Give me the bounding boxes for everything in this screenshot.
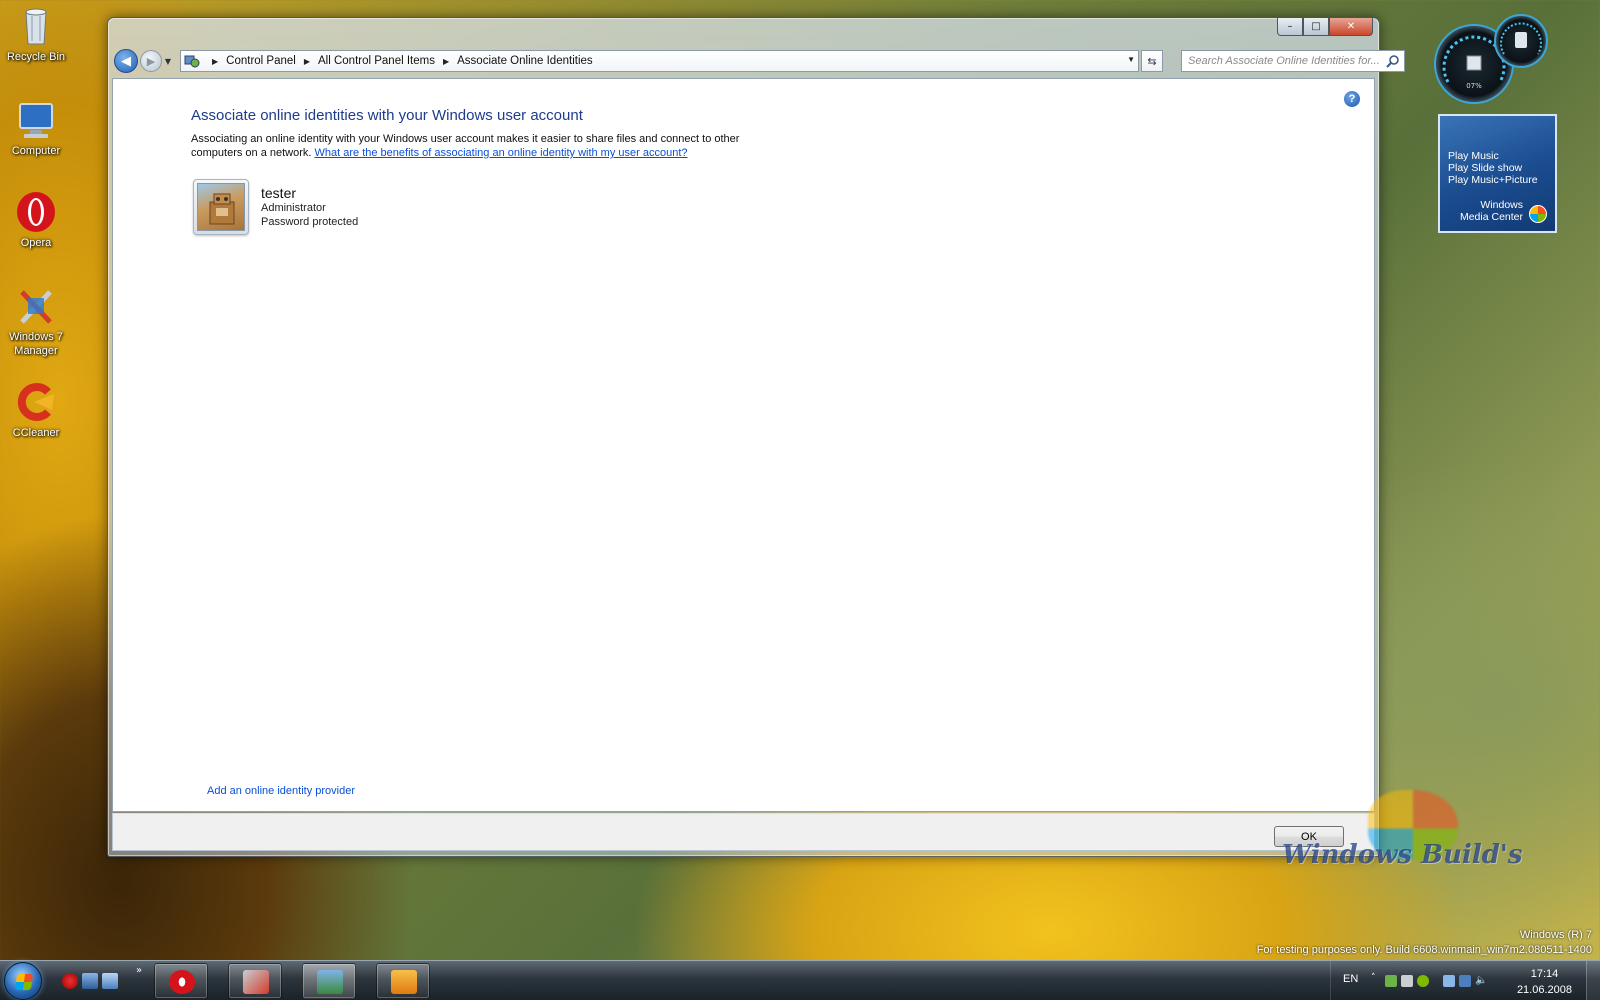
desktop-icon-label: Computer [11, 145, 61, 157]
content-area: ? Associate online identities with your … [112, 78, 1375, 812]
dialog-footer: OK [112, 813, 1375, 851]
brand-line-2: Media Center [1459, 211, 1523, 223]
control-panel-icon [184, 54, 200, 68]
account-status: Password protected [261, 216, 359, 228]
recycle-bin-icon [14, 4, 58, 48]
desktop-icon-label: Opera [20, 237, 52, 249]
maximize-button[interactable]: □ [1303, 18, 1329, 36]
taskbar-win7manager-button[interactable] [228, 963, 282, 999]
watermark-line-2: For testing purposes only. Build 6608.wi… [1256, 944, 1592, 956]
desktop-icon-opera[interactable]: Opera [4, 190, 68, 250]
user-picture-icon [197, 183, 245, 231]
watermark-line-1: Windows (R) 7 [1519, 929, 1592, 941]
page-title: Associate online identities with your Wi… [191, 107, 583, 124]
clock-time: 17:14 [1530, 968, 1559, 980]
cpu-percent: 07% [1466, 82, 1482, 90]
ccleaner-icon [14, 380, 58, 424]
desktop-icon-label: Windows 7 Manager [9, 331, 63, 357]
show-desktop-button[interactable] [1586, 961, 1600, 1000]
breadcrumb-current-page[interactable]: Associate Online Identities [457, 55, 593, 67]
tray-network-status-icon[interactable] [1459, 975, 1471, 987]
account-name: tester [261, 185, 297, 201]
build-watermark: Windows (R) 7 For testing purposes only.… [1257, 928, 1592, 958]
computer-icon [14, 98, 58, 142]
media-center-gadget[interactable]: Play Music Play Slide show Play Music+Pi… [1438, 114, 1557, 233]
avatar[interactable] [193, 179, 249, 235]
breadcrumb-all-items[interactable]: All Control Panel Items [318, 55, 435, 67]
search-input[interactable]: Search Associate Online Identities for..… [1188, 55, 1380, 67]
desktop-icon-ccleaner[interactable]: CCleaner [4, 380, 68, 440]
breadcrumb-separator-icon[interactable]: ▶ [443, 57, 449, 66]
quicklaunch-window-switch-icon[interactable] [102, 973, 118, 989]
windows-builds-logo: Windows Build's [1282, 840, 1523, 870]
minimize-button[interactable]: – [1277, 18, 1303, 36]
quicklaunch-more-icon[interactable]: » [136, 965, 142, 976]
memory-meter-gadget[interactable] [1494, 14, 1548, 68]
start-button[interactable] [4, 962, 42, 1000]
media-center-brand: Windows Media Center [1460, 199, 1523, 223]
windows7-manager-icon [14, 284, 58, 328]
forward-arrow-icon: ▶ [146, 54, 156, 68]
tray-device-icon[interactable] [1401, 975, 1413, 987]
play-music-link[interactable]: Play Music [1448, 150, 1538, 162]
windows7-manager-icon [243, 970, 269, 994]
close-button[interactable]: ✕ [1329, 18, 1373, 36]
breadcrumb-separator-icon[interactable]: ▶ [212, 57, 218, 66]
system-tray: EN ˄ 🔈 17:14 21.06.2008 [1330, 961, 1600, 1000]
refresh-icon: ⇆ [1147, 54, 1157, 68]
clock[interactable]: 17:14 21.06.2008 [1517, 966, 1572, 998]
desktop-icon-label: Recycle Bin [6, 51, 66, 63]
desktop-icon-computer[interactable]: Computer [4, 98, 68, 158]
play-slideshow-link[interactable]: Play Slide show [1448, 162, 1538, 174]
caption-buttons: – □ ✕ [1277, 18, 1373, 36]
back-arrow-icon: ◀ [121, 53, 131, 69]
desktop-icon-label: CCleaner [12, 427, 60, 439]
user-accounts-icon [317, 970, 343, 994]
media-center-logo-icon [1529, 205, 1547, 223]
windows-builds-logo-text: Windows Build's [1282, 840, 1523, 870]
opera-icon [169, 970, 195, 994]
volume-icon[interactable]: 🔈 [1475, 975, 1487, 987]
opera-icon [14, 190, 58, 234]
tray-app-icon[interactable] [1417, 975, 1429, 987]
show-hidden-icons-icon[interactable]: ˄ [1371, 973, 1376, 983]
desktop-icon-windows7-manager[interactable]: Windows 7 Manager [4, 284, 68, 358]
search-icon[interactable] [1386, 54, 1400, 68]
address-dropdown-icon[interactable]: ▼ [1127, 55, 1135, 64]
refresh-button[interactable]: ⇆ [1141, 50, 1163, 72]
control-panel-window: – □ ✕ ◀ ▶ ▼ ▶ Control Panel ▶ All Contro… [107, 17, 1405, 857]
account-role: Administrator [261, 202, 326, 214]
memory-gauge-dial-icon [1500, 22, 1542, 55]
forward-button[interactable]: ▶ [140, 50, 162, 72]
account-info: tester Administrator Password protected [261, 179, 358, 235]
page-description: Associating an online identity with your… [191, 132, 751, 160]
taskbar-media-player-button[interactable] [376, 963, 430, 999]
user-account-tile[interactable]: tester Administrator Password protected [193, 179, 358, 235]
address-bar[interactable]: ▶ Control Panel ▶ All Control Panel Item… [180, 50, 1139, 72]
breadcrumb-separator-icon[interactable]: ▶ [304, 57, 310, 66]
clock-date: 21.06.2008 [1516, 984, 1572, 996]
quicklaunch-desktop-icon[interactable] [82, 973, 98, 989]
chevron-down-icon: ▼ [164, 56, 172, 66]
benefits-link[interactable]: What are the benefits of associating an … [315, 147, 688, 159]
brand-line-1: Windows [1480, 199, 1523, 211]
quicklaunch-opera-icon[interactable] [62, 973, 78, 989]
taskbar: » EN ˄ 🔈 17:14 21.06.2008 [0, 960, 1600, 1000]
play-music-picture-link[interactable]: Play Music+Picture [1448, 174, 1538, 186]
back-button[interactable]: ◀ [114, 49, 138, 73]
desktop-icon-recycle-bin[interactable]: Recycle Bin [4, 4, 68, 64]
breadcrumb-control-panel[interactable]: Control Panel [226, 55, 296, 67]
tray-action-center-icon[interactable] [1443, 975, 1455, 987]
add-provider-link[interactable]: Add an online identity provider [207, 785, 355, 797]
language-indicator[interactable]: EN [1343, 973, 1358, 985]
recent-pages-dropdown[interactable]: ▼ [162, 57, 174, 66]
tray-network-icon[interactable] [1385, 975, 1397, 987]
taskbar-control-panel-button[interactable] [302, 963, 356, 999]
search-box[interactable]: Search Associate Online Identities for..… [1181, 50, 1405, 72]
media-player-icon [391, 970, 417, 994]
navigation-bar: ◀ ▶ ▼ ▶ Control Panel ▶ All Control Pane… [114, 48, 1405, 74]
help-icon[interactable]: ? [1344, 91, 1360, 107]
taskbar-opera-button[interactable] [154, 963, 208, 999]
